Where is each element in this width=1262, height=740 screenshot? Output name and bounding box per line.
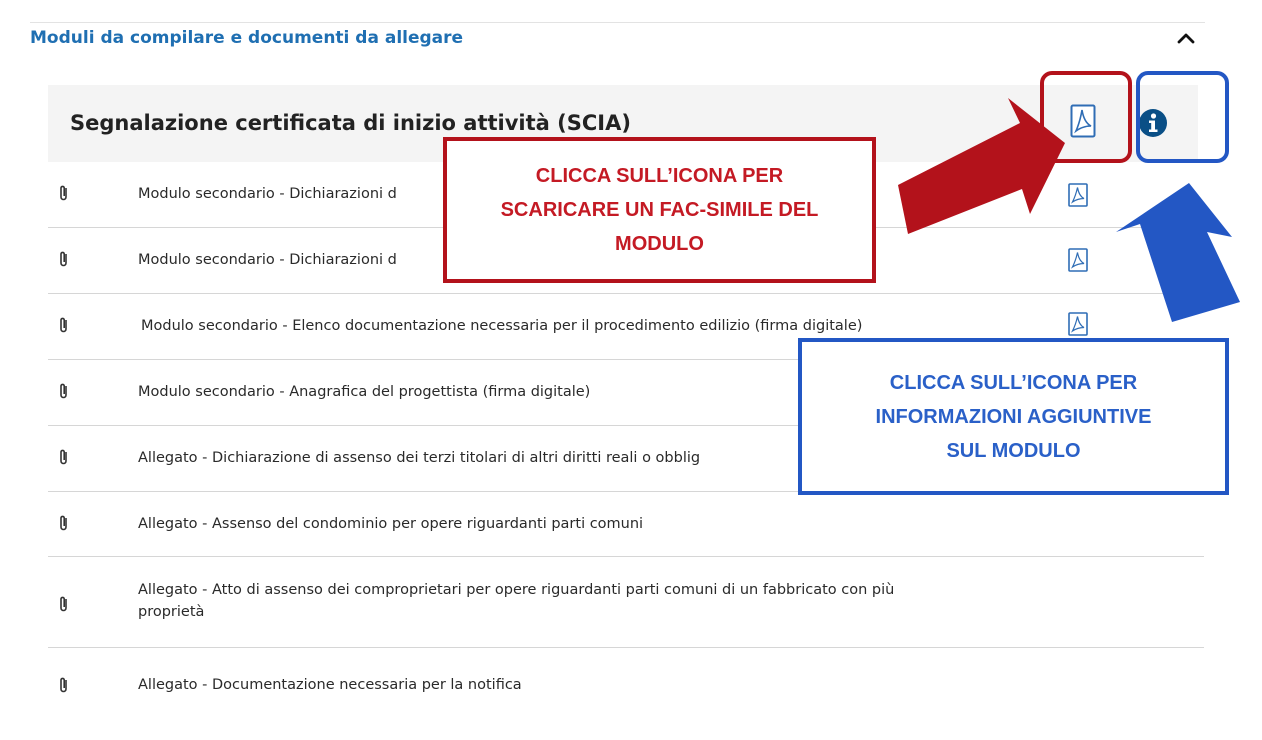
paperclip-icon [60, 677, 67, 693]
download-callout: CLICCA SULL’ICONA PER SCARICARE UN FAC-S… [443, 137, 876, 283]
list-item-label[interactable]: Modulo secondario - Dichiarazioni d [138, 249, 397, 271]
list-item[interactable]: Allegato - Documentazione necessaria per… [48, 648, 1204, 708]
list-item-label[interactable]: Allegato - Documentazione necessaria per… [138, 674, 522, 696]
pdf-icon[interactable] [1068, 312, 1088, 336]
callout-line: INFORMAZIONI AGGIUNTIVE [875, 405, 1152, 428]
chevron-up-icon[interactable] [1176, 30, 1196, 46]
list-item-label[interactable]: Modulo secondario - Dichiarazioni d [138, 183, 397, 205]
section-title[interactable]: Moduli da compilare e documenti da alleg… [30, 28, 463, 48]
callout-line: SCARICARE UN FAC-SIMILE DEL [500, 199, 819, 221]
list-item-label[interactable]: Allegato - Assenso del condominio per op… [138, 513, 643, 535]
list-item-label[interactable]: Modulo secondario - Elenco documentazion… [141, 315, 862, 337]
callout-line: MODULO [615, 233, 704, 255]
paperclip-icon [60, 383, 67, 399]
list-item-label[interactable]: Allegato - Dichiarazione di assenso dei … [138, 447, 700, 469]
pdf-icon[interactable] [1068, 248, 1088, 272]
list-item[interactable]: Allegato - Atto di assenso dei compropri… [48, 557, 1204, 648]
callout-line: CLICCA SULL’ICONA PER [535, 165, 784, 187]
paperclip-icon [60, 449, 67, 465]
paperclip-icon [60, 317, 67, 333]
panel-title: Segnalazione certificata di inizio attiv… [70, 111, 631, 135]
paperclip-icon [60, 515, 67, 531]
list-item[interactable]: Allegato - Assenso del condominio per op… [48, 492, 1204, 557]
callout-line: CLICCA SULL’ICONA PER [889, 371, 1138, 394]
list-item-label-line: Allegato - Atto di assenso dei compropri… [138, 582, 895, 598]
paperclip-icon [60, 185, 67, 201]
top-divider [30, 22, 1205, 23]
info-callout: CLICCA SULL’ICONA PER INFORMAZIONI AGGIU… [798, 338, 1229, 495]
info-icon-highlight [1136, 71, 1229, 163]
paperclip-icon [60, 596, 67, 612]
paperclip-icon [60, 251, 67, 267]
list-item-label[interactable]: Modulo secondario - Anagrafica del proge… [138, 381, 590, 403]
list-item-label-line: proprietà [138, 604, 205, 620]
callout-line: SUL MODULO [946, 439, 1081, 462]
pdf-icon-highlight [1040, 71, 1132, 163]
list-item-label[interactable]: Allegato - Atto di assenso dei compropri… [138, 579, 894, 623]
pdf-icon[interactable] [1068, 183, 1088, 207]
